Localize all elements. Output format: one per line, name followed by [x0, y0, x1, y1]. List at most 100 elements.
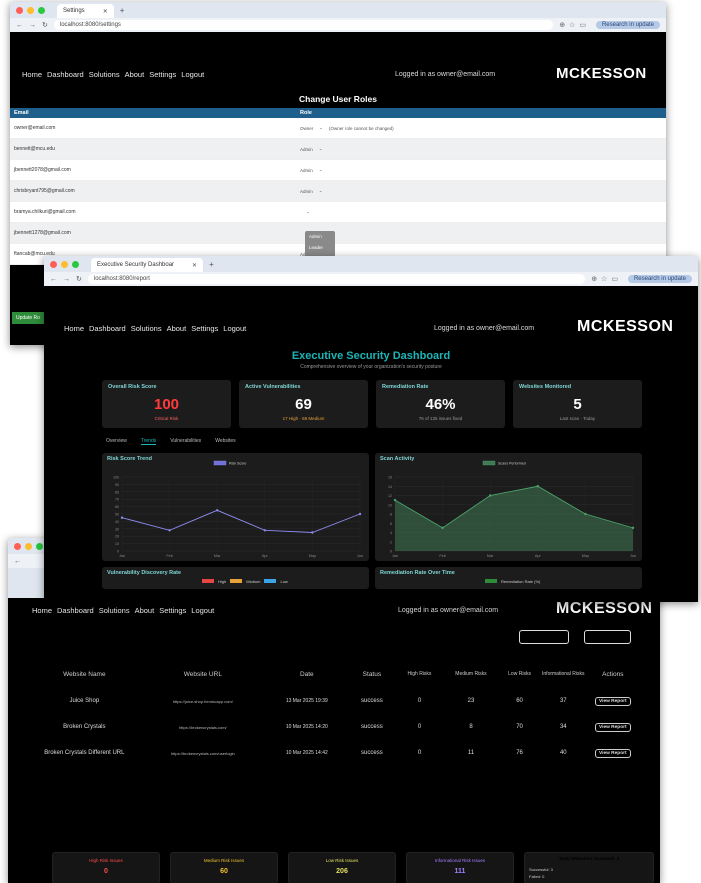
email-cell: jbennett1278@gmail.com — [14, 230, 71, 236]
close-tab-icon[interactable]: ✕ — [103, 8, 108, 15]
role-select[interactable]: Admin — [300, 168, 313, 173]
y-tick-label: 60 — [115, 505, 119, 509]
address-bar[interactable]: localhost:8080/report — [87, 274, 586, 284]
summary-value: 0 — [104, 868, 108, 875]
website-status: success — [361, 724, 383, 730]
x-tick-label: Jan — [392, 554, 398, 558]
minimize-window-icon[interactable] — [25, 542, 32, 550]
close-window-icon[interactable] — [14, 542, 21, 550]
nav-logout[interactable]: Logout — [191, 606, 214, 615]
new-tab-icon[interactable]: + — [120, 6, 125, 15]
back-icon[interactable]: ← — [16, 22, 23, 29]
chevron-down-icon[interactable]: ⌄ — [319, 188, 323, 194]
nav-solutions[interactable]: Solutions — [131, 324, 162, 333]
new-tab-icon[interactable]: + — [209, 260, 214, 269]
chevron-down-icon[interactable]: ⌄ — [319, 167, 323, 173]
nav-home[interactable]: Home — [64, 324, 84, 333]
browser-tab[interactable]: Settings ✕ — [57, 4, 114, 18]
search-button[interactable]: Research in update — [595, 21, 660, 29]
col-actions: Actions — [602, 670, 624, 678]
email-cell: jbennett2078@gmail.com — [14, 167, 71, 173]
role-select[interactable]: Owner — [300, 126, 313, 131]
maximize-window-icon[interactable] — [38, 6, 45, 14]
tab-vulnerabilities[interactable]: Vulnerabilities — [170, 438, 201, 445]
nav-settings[interactable]: Settings — [191, 324, 218, 333]
nav-settings[interactable]: Settings — [149, 70, 176, 79]
view-report-button[interactable]: View Report — [595, 722, 631, 732]
toolbar-icons[interactable]: ⊕☆▭ — [591, 275, 622, 283]
address-bar[interactable]: localhost:8080/settings — [53, 20, 554, 30]
toolbar-icons[interactable]: ⊕☆▭ — [559, 21, 590, 29]
nav-about[interactable]: About — [125, 70, 145, 79]
nav-solutions[interactable]: Solutions — [99, 606, 130, 615]
col-website-name: Website Name — [63, 670, 106, 678]
nav-dashboard[interactable]: Dashboard — [89, 324, 126, 333]
total-line: Failed: 0 — [529, 874, 545, 879]
legend-label: Medium — [246, 579, 261, 584]
role-select[interactable]: Admin — [300, 189, 313, 194]
chart-panels-lower: Vulnerability Discovery Rate High Medium… — [44, 567, 698, 589]
nav-home[interactable]: Home — [22, 70, 42, 79]
nav-logout[interactable]: Logout — [181, 70, 204, 79]
nav-dashboard[interactable]: Dashboard — [57, 606, 94, 615]
logged-in-text: Logged in as owner@email.com — [395, 71, 496, 78]
summary-card: Medium Risk Issues 60 — [170, 852, 278, 883]
maximize-window-icon[interactable] — [36, 542, 43, 550]
website-name: Broken Crystals Different URL — [44, 750, 125, 756]
website-url[interactable]: https://brokencrystals.com/ — [141, 725, 265, 730]
chevron-down-icon[interactable]: ⌄ — [319, 125, 323, 131]
nav-about[interactable]: About — [135, 606, 155, 615]
table-header: Website Name Website URL Date Status Hig… — [28, 660, 640, 688]
nav-dashboard[interactable]: Dashboard — [47, 70, 84, 79]
dropdown-option[interactable]: Admin — [305, 231, 335, 242]
close-window-icon[interactable] — [16, 6, 23, 14]
maximize-window-icon[interactable] — [72, 260, 79, 268]
browser-tab[interactable]: Executive Security Dashboar ✕ — [91, 258, 204, 272]
x-tick-label: Apr — [262, 554, 269, 558]
forward-icon[interactable]: → — [63, 276, 70, 283]
dashboard-tabs: Overview Trends Vulnerabilities Websites — [44, 438, 698, 445]
summary-card: High Risk Issues 0 — [52, 852, 160, 883]
info-risks: 34 — [559, 724, 567, 730]
tab-trends[interactable]: Trends — [140, 438, 157, 445]
series-area — [395, 486, 633, 551]
filter-results-button[interactable]: Filter Results — [584, 630, 631, 644]
y-tick-label: 20 — [115, 535, 119, 539]
chevron-down-icon[interactable]: ⌄ — [319, 146, 323, 152]
dropdown-option[interactable]: Leader — [305, 242, 335, 253]
role-cell: ⌄ — [300, 209, 666, 215]
back-icon[interactable]: ← — [50, 276, 57, 283]
reload-icon[interactable]: ↻ — [42, 21, 48, 29]
nav-settings[interactable]: Settings — [159, 606, 186, 615]
minimize-window-icon[interactable] — [61, 260, 68, 268]
nav-home[interactable]: Home — [32, 606, 52, 615]
website-url[interactable]: https://juice-shop.herokuapp.com/ — [141, 699, 265, 704]
x-tick-label: Feb — [166, 554, 173, 558]
dashboard-page: Home Dashboard Solutions About Settings … — [44, 286, 698, 602]
tab-websites[interactable]: Websites — [215, 438, 235, 445]
website-url[interactable]: https://brokencrystals.com/userlogin — [141, 751, 265, 756]
nav-about[interactable]: About — [167, 324, 187, 333]
nav-solutions[interactable]: Solutions — [89, 70, 120, 79]
update-roles-button[interactable]: Update Ro — [12, 312, 44, 324]
close-window-icon[interactable] — [50, 260, 57, 268]
tab-overview[interactable]: Overview — [106, 438, 127, 445]
data-point — [536, 485, 539, 488]
table-row: jbennett2078@gmail.com Admin ⌄ — [10, 160, 666, 181]
back-icon[interactable]: ← — [14, 558, 21, 565]
close-tab-icon[interactable]: ✕ — [192, 262, 197, 269]
forward-icon[interactable]: → — [29, 22, 36, 29]
chevron-down-icon[interactable]: ⌄ — [306, 209, 310, 215]
col-date: Date — [299, 670, 314, 678]
logged-in-text: Logged in as owner@email.com — [434, 325, 535, 332]
medium-risks: 23 — [467, 698, 475, 704]
minimize-window-icon[interactable] — [27, 6, 34, 14]
y-tick-label: 0 — [390, 550, 392, 554]
reload-icon[interactable]: ↻ — [76, 275, 82, 283]
view-report-button[interactable]: View Report — [595, 696, 631, 706]
nav-logout[interactable]: Logout — [223, 324, 246, 333]
add-website-button[interactable]: + Add Website — [519, 630, 569, 644]
view-report-button[interactable]: View Report — [595, 748, 631, 758]
search-button[interactable]: Research in update — [627, 275, 692, 283]
role-select[interactable]: Admin — [300, 147, 313, 152]
